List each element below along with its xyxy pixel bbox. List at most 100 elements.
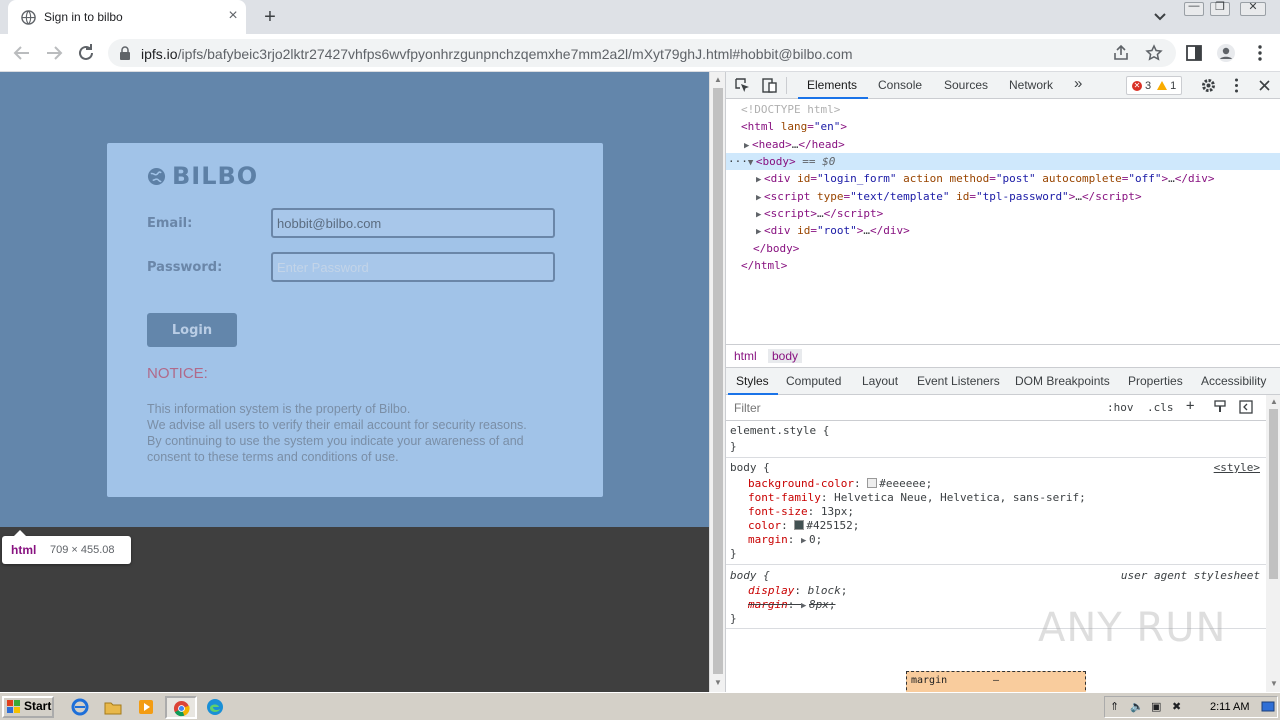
tab-strip: Sign in to bilbo × + — ❐ ✕ <box>0 0 1280 34</box>
tab-computed[interactable]: Computed <box>786 374 841 388</box>
tab-console[interactable]: Console <box>878 78 922 92</box>
security-icon[interactable]: ✖ <box>1172 700 1186 714</box>
dom-node-div-root[interactable]: ▶ <div id="root">…</div> <box>726 222 1280 239</box>
scroll-up-icon[interactable]: ▲ <box>1269 397 1279 407</box>
tooltip-tag: html <box>11 543 37 557</box>
dom-node-div-login-form[interactable]: ▶ <div id="login_form" action method="pos… <box>726 170 1280 187</box>
email-field[interactable] <box>271 208 555 238</box>
css-property[interactable]: font-size: 13px; <box>748 505 854 519</box>
element-style-rule[interactable]: element.style { } <box>726 422 1266 458</box>
expand-triangle-icon[interactable]: ▶ <box>756 224 764 241</box>
volume-icon[interactable]: 🔈 <box>1130 700 1144 714</box>
css-property-overridden[interactable]: margin: ▶ 8px; <box>748 598 836 612</box>
scroll-down-icon[interactable]: ▼ <box>1269 679 1279 689</box>
device-toolbar-icon[interactable] <box>761 77 778 94</box>
minimize-button[interactable]: — <box>1184 0 1204 16</box>
show-desktop-icon[interactable] <box>1261 700 1275 714</box>
edge-icon[interactable] <box>206 698 224 716</box>
css-property[interactable]: margin: ▶ 0; <box>748 533 822 547</box>
gear-icon[interactable] <box>1200 77 1217 94</box>
tray-expand-icon[interactable]: ⇑ <box>1110 700 1124 714</box>
restore-button[interactable]: ❐ <box>1210 1 1230 16</box>
network-icon[interactable]: ▣ <box>1151 700 1165 714</box>
dom-node-body[interactable]: ···▼ <body> == $0 <box>726 153 1280 170</box>
url-text[interactable]: ipfs.io/ipfs/bafybeic3rjo2lktr27427vhfps… <box>141 46 853 62</box>
styles-filter-input[interactable] <box>730 398 1098 418</box>
dom-node-script-template[interactable]: ▶ <script type="text/template" id="tpl-pa… <box>726 188 1280 205</box>
box-model-diagram[interactable]: margin – <box>906 671 1086 692</box>
page-scroll-thumb[interactable] <box>713 88 723 674</box>
expand-triangle-icon: ▶ <box>801 536 807 546</box>
tab-elements[interactable]: Elements <box>807 78 857 92</box>
address-bar[interactable]: ipfs.io/ipfs/bafybeic3rjo2lktr27427vhfps… <box>108 39 1176 67</box>
password-field[interactable] <box>271 252 555 282</box>
share-icon[interactable] <box>1112 44 1130 62</box>
media-player-icon[interactable] <box>137 698 155 716</box>
start-button[interactable]: Start <box>2 696 54 718</box>
tab-sources[interactable]: Sources <box>944 78 988 92</box>
issues-badge[interactable]: ✕ 3 1 <box>1126 76 1183 95</box>
internet-explorer-icon[interactable] <box>71 698 89 716</box>
file-explorer-icon[interactable] <box>104 698 122 716</box>
dom-node-script[interactable]: ▶ <script>…</script> <box>726 205 1280 222</box>
browser-tab[interactable]: Sign in to bilbo × <box>8 0 246 34</box>
styles-scrollbar[interactable]: ▲ ▼ <box>1266 395 1280 692</box>
close-devtools-icon[interactable] <box>1256 77 1273 94</box>
login-button[interactable]: Login <box>147 313 237 347</box>
tab-accessibility[interactable]: Accessibility <box>1201 374 1266 388</box>
chevron-down-icon[interactable] <box>1150 8 1170 26</box>
inspect-element-icon[interactable] <box>734 77 751 94</box>
new-rule-button[interactable]: + <box>1186 398 1194 414</box>
active-tab-indicator <box>798 97 868 99</box>
bookmark-star-icon[interactable] <box>1145 44 1163 62</box>
breadcrumb-html[interactable]: html <box>730 349 761 363</box>
lock-icon[interactable] <box>119 46 131 60</box>
back-arrow-icon[interactable] <box>10 41 34 65</box>
style-source-link[interactable]: <style> <box>1214 461 1260 474</box>
tab-styles[interactable]: Styles <box>736 374 769 388</box>
globe-icon <box>21 10 36 25</box>
css-property[interactable]: display: block; <box>748 584 847 598</box>
scroll-up-icon[interactable]: ▲ <box>713 75 723 85</box>
kebab-menu-icon[interactable] <box>1250 43 1270 63</box>
close-window-button[interactable]: ✕ <box>1240 1 1266 16</box>
start-label: Start <box>24 699 52 713</box>
toggle-sidebar-icon[interactable] <box>1239 400 1253 414</box>
dom-node-body-close[interactable]: </body> <box>726 240 1280 257</box>
scroll-down-icon[interactable]: ▼ <box>713 678 723 688</box>
login-form: BILBO Email: Password: Login NOTICE: Thi… <box>107 143 603 497</box>
new-tab-button[interactable]: + <box>258 5 282 29</box>
tab-network[interactable]: Network <box>1009 78 1053 92</box>
breadcrumb-body[interactable]: body <box>768 349 803 363</box>
side-panel-icon[interactable] <box>1184 43 1204 63</box>
profile-avatar-icon[interactable] <box>1216 43 1236 63</box>
chrome-taskbar-button[interactable] <box>165 696 197 719</box>
css-property[interactable]: background-color: #eeeeee; <box>748 477 932 491</box>
paint-brush-icon[interactable] <box>1213 400 1227 414</box>
dom-node-html[interactable]: <html lang="en"> <box>726 118 1280 135</box>
ua-stylesheet-label: user agent stylesheet <box>1120 569 1260 582</box>
hover-state-toggle[interactable]: :hov <box>1107 401 1134 414</box>
dom-node-doctype[interactable]: <!DOCTYPE html> <box>726 101 1280 118</box>
dom-node-html-close[interactable]: </html> <box>726 257 1280 274</box>
kebab-menu-icon[interactable] <box>1228 77 1245 94</box>
reload-icon[interactable] <box>74 41 98 65</box>
chrome-icon <box>173 700 190 717</box>
expand-triangle-icon[interactable]: ▶ <box>756 172 764 189</box>
tab-properties[interactable]: Properties <box>1128 374 1183 388</box>
tab-close-icon[interactable]: × <box>224 7 242 25</box>
color-swatch-icon <box>867 478 878 488</box>
css-property[interactable]: font-family: Helvetica Neue, Helvetica, … <box>748 491 1086 505</box>
tab-dom-breakpoints[interactable]: DOM Breakpoints <box>1015 374 1110 388</box>
forward-arrow-icon[interactable] <box>42 41 66 65</box>
tab-event-listeners[interactable]: Event Listeners <box>917 374 1000 388</box>
styles-scroll-thumb[interactable] <box>1269 409 1278 579</box>
body-style-rule[interactable]: body { <style> background-color: #eeeeee… <box>726 458 1266 565</box>
page-scrollbar[interactable]: ▲ ▼ <box>709 72 725 692</box>
css-property[interactable]: color: #425152; <box>748 519 859 533</box>
more-tabs-icon[interactable]: » <box>1074 75 1082 92</box>
tab-layout[interactable]: Layout <box>862 374 898 388</box>
class-toggle[interactable]: .cls <box>1147 401 1174 414</box>
dom-node-head[interactable]: ▶ <head>…</head> <box>726 136 1280 153</box>
notice-line: This information system is the property … <box>147 402 411 416</box>
